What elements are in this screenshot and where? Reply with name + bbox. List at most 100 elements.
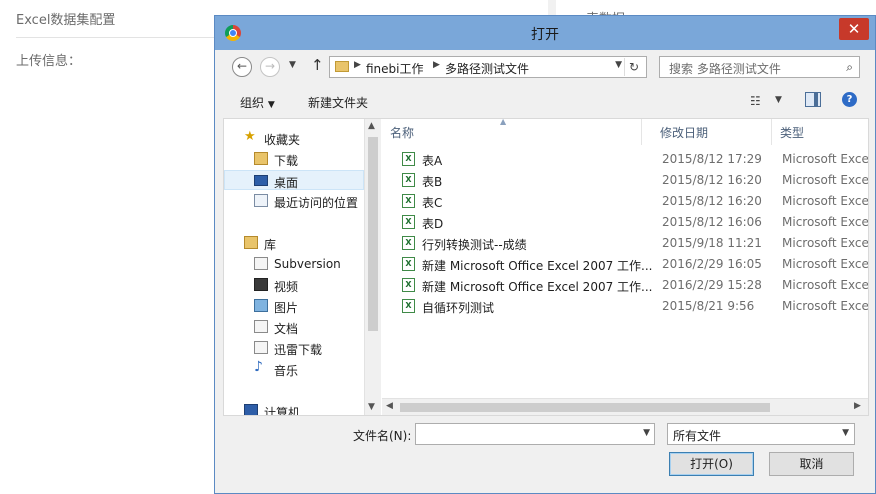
excel-file-icon: X: [402, 278, 415, 292]
file-row[interactable]: X 表C 2015/8/12 16:20 Microsoft Excel: [382, 191, 868, 212]
search-input[interactable]: 搜索 多路径测试文件 ⌕: [659, 56, 860, 78]
chevron-right-icon[interactable]: ▶: [354, 60, 361, 70]
organize-menu[interactable]: 组织 ▼: [240, 94, 275, 111]
file-date: 2016/2/29 15:28: [662, 278, 762, 292]
file-date: 2015/8/12 16:06: [662, 215, 762, 229]
filetype-select[interactable]: 所有文件 ▼: [667, 423, 855, 445]
chevron-down-icon[interactable]: ▼: [775, 95, 782, 105]
file-row[interactable]: X 新建 Microsoft Office Excel 2007 工作... 2…: [382, 275, 868, 296]
nav-downloads[interactable]: 下载: [224, 149, 364, 169]
file-row[interactable]: X 表D 2015/8/12 16:06 Microsoft Excel: [382, 212, 868, 233]
forward-button[interactable]: →: [260, 57, 280, 77]
filetype-value: 所有文件: [673, 429, 722, 443]
back-button[interactable]: ←: [232, 57, 252, 77]
chevron-right-icon[interactable]: ▶: [854, 401, 861, 411]
column-header-name[interactable]: ▲ 名称: [382, 119, 642, 145]
sort-ascending-icon: ▲: [500, 119, 507, 126]
nav-label: 桌面: [274, 176, 299, 190]
cancel-button[interactable]: 取消: [769, 452, 854, 476]
nav-label: 下载: [274, 154, 299, 168]
column-type-label: 类型: [780, 126, 805, 140]
chevron-left-icon[interactable]: ◀: [386, 401, 393, 411]
file-row[interactable]: X 新建 Microsoft Office Excel 2007 工作... 2…: [382, 254, 868, 275]
excel-file-icon: X: [402, 257, 415, 271]
file-type: Microsoft Excel: [782, 236, 868, 250]
recent-locations-dropdown-icon[interactable]: ▼: [289, 60, 296, 70]
file-row[interactable]: X 表A 2015/8/12 17:29 Microsoft Excel: [382, 149, 868, 170]
nav-documents[interactable]: 文档: [224, 317, 364, 337]
nav-pictures[interactable]: 图片: [224, 296, 364, 316]
scrollbar-thumb[interactable]: [400, 403, 770, 412]
file-name: 新建 Microsoft Office Excel 2007 工作...: [422, 259, 653, 273]
nav-subversion[interactable]: Subversion: [224, 254, 364, 274]
close-button[interactable]: ✕: [839, 18, 869, 40]
file-list: ▲ 名称 修改日期 类型 X 表A 2015/8/12 17:29 Micros…: [382, 119, 868, 415]
nav-label: Subversion: [274, 257, 341, 271]
up-arrow-icon[interactable]: ↑: [311, 56, 324, 74]
file-type: Microsoft Excel: [782, 299, 868, 313]
file-name: 表B: [422, 175, 443, 189]
chevron-right-icon[interactable]: ▶: [433, 60, 440, 70]
chevron-down-icon[interactable]: ▼: [842, 428, 849, 438]
chevron-down-icon: ▼: [267, 100, 275, 110]
music-icon: ♪: [254, 359, 263, 375]
organize-label: 组织: [240, 96, 265, 110]
search-icon[interactable]: ⌕: [846, 60, 853, 75]
nav-libraries[interactable]: 库: [224, 233, 364, 253]
dialog-titlebar[interactable]: 打开 ✕: [215, 16, 875, 50]
upload-label: 上传信息：: [16, 54, 82, 69]
nav-label: 计算机: [264, 406, 301, 415]
file-row[interactable]: X 行列转换测试--成绩 2015/9/18 11:21 Microsoft E…: [382, 233, 868, 254]
column-header-type[interactable]: 类型: [772, 119, 868, 145]
nav-label: 迅雷下载: [274, 343, 323, 357]
file-name: 新建 Microsoft Office Excel 2007 工作...: [422, 280, 653, 294]
nav-music[interactable]: ♪ 音乐: [224, 359, 364, 379]
video-icon: [254, 278, 268, 291]
breadcrumb-test-folder[interactable]: 多路径测试文件: [445, 60, 529, 77]
preview-pane-icon[interactable]: [805, 92, 821, 107]
chevron-up-icon[interactable]: ▲: [368, 121, 375, 131]
filename-input[interactable]: ▼: [415, 423, 655, 445]
navigation-scrollbar[interactable]: ▲ ▼: [364, 119, 381, 415]
file-name: 表C: [422, 196, 443, 210]
chevron-down-icon[interactable]: ▼: [643, 428, 650, 438]
file-name: 行列转换测试--成绩: [422, 238, 527, 252]
excel-file-icon: X: [402, 194, 415, 208]
breadcrumb-finebi[interactable]: finebi工作: [366, 60, 424, 77]
nav-label: 图片: [274, 301, 299, 315]
file-type: Microsoft Excel: [782, 215, 868, 229]
nav-favorites[interactable]: ★ 收藏夹: [224, 128, 364, 148]
picture-icon: [254, 299, 268, 312]
file-row[interactable]: X 自循环列测试 2015/8/21 9:56 Microsoft Excel: [382, 296, 868, 317]
file-date: 2015/9/18 11:21: [662, 236, 762, 250]
scrollbar-thumb[interactable]: [368, 137, 378, 331]
file-date: 2015/8/21 9:56: [662, 299, 755, 313]
column-date-label: 修改日期: [660, 126, 709, 140]
nav-label: 库: [264, 238, 277, 252]
new-folder-button[interactable]: 新建文件夹: [308, 94, 368, 111]
column-header-date[interactable]: 修改日期: [652, 119, 772, 145]
folder-icon: [335, 61, 349, 72]
address-bar[interactable]: ▶ finebi工作 ▶ 多路径测试文件 ▼ ↻: [329, 56, 647, 78]
chevron-down-icon[interactable]: ▼: [615, 60, 622, 70]
refresh-icon[interactable]: ↻: [624, 58, 643, 76]
nav-computer[interactable]: 计算机: [224, 401, 364, 415]
chevron-down-icon[interactable]: ▼: [368, 402, 375, 412]
file-type: Microsoft Excel: [782, 173, 868, 187]
open-button[interactable]: 打开(O): [669, 452, 754, 476]
nav-desktop[interactable]: 桌面: [224, 170, 364, 190]
file-row[interactable]: X 表B 2015/8/12 16:20 Microsoft Excel: [382, 170, 868, 191]
view-options-icon[interactable]: ☷: [750, 94, 761, 108]
horizontal-scrollbar[interactable]: ◀ ▶: [382, 398, 868, 415]
file-date: 2016/2/29 16:05: [662, 257, 762, 271]
document-icon: [254, 257, 268, 270]
document-icon: [254, 341, 268, 354]
nav-recent-places[interactable]: 最近访问的位置: [224, 191, 364, 211]
panel-title: Excel数据集配置: [16, 13, 116, 28]
nav-videos[interactable]: 视频: [224, 275, 364, 295]
excel-file-icon: X: [402, 215, 415, 229]
star-icon: ★: [244, 129, 256, 144]
help-icon[interactable]: ?: [842, 92, 857, 107]
nav-xunlei-downloads[interactable]: 迅雷下载: [224, 338, 364, 358]
dialog-title: 打开: [531, 27, 559, 43]
